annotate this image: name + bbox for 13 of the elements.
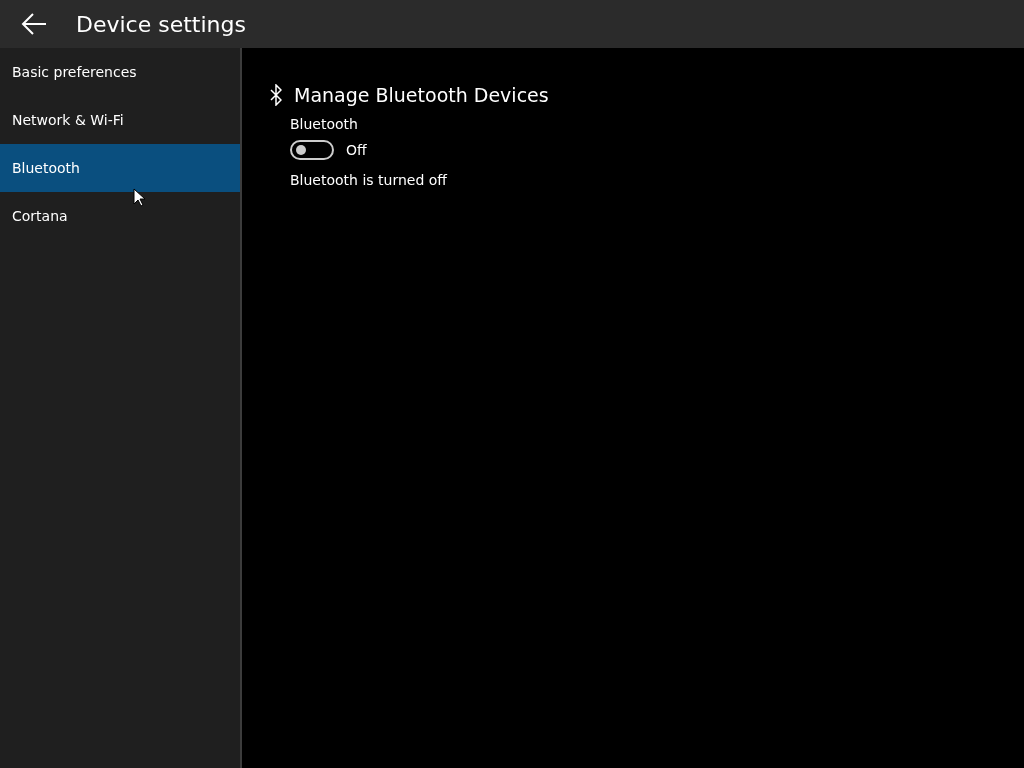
bluetooth-toggle[interactable] [290, 140, 334, 160]
section-title: Manage Bluetooth Devices [294, 84, 549, 106]
sidebar-item[interactable]: Bluetooth [0, 144, 240, 192]
sidebar-item[interactable]: Network & Wi-Fi [0, 96, 240, 144]
status-text: Bluetooth is turned off [290, 172, 449, 188]
bluetooth-icon [270, 84, 282, 106]
mouse-pointer-icon [133, 188, 145, 207]
window-title: Device settings [76, 11, 246, 37]
sidebar-item[interactable]: Basic preferences [0, 48, 240, 96]
back-arrow-icon [21, 13, 47, 35]
toggle-label: Bluetooth [290, 116, 359, 132]
sidebar-item[interactable]: Cortana [0, 192, 240, 240]
toggle-state: Off [346, 142, 367, 158]
